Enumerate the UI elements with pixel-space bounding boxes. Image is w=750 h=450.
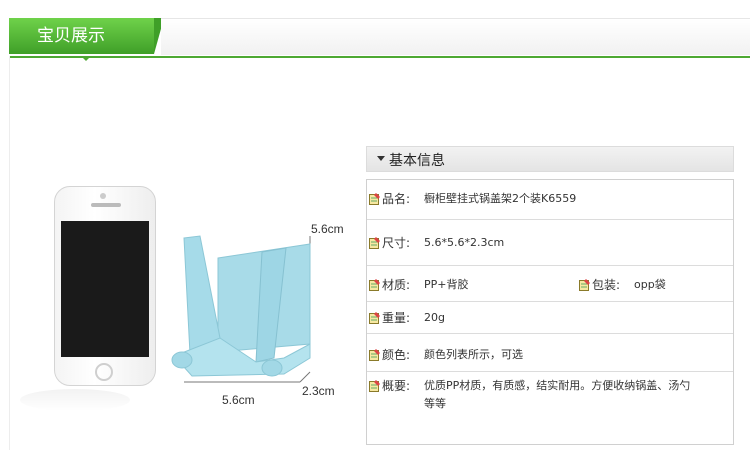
info-value: PP+背胶 <box>424 278 469 291</box>
info-label-cell: 颜色: <box>369 346 410 365</box>
info-row-size: 尺寸: 5.6*5.6*2.3cm <box>367 220 733 266</box>
phone-reflection <box>20 389 130 411</box>
holder-right-foot <box>261 359 283 377</box>
info-label: 材质: <box>382 278 411 292</box>
info-label-cell: 材质: <box>369 276 410 295</box>
caret-down-icon <box>377 156 385 161</box>
note-icon <box>369 380 380 392</box>
info-row-weight: 重量: 20g <box>367 302 733 334</box>
depth-dimension-line <box>299 371 311 383</box>
left-divider <box>9 56 10 450</box>
phone-speaker <box>91 203 121 207</box>
info-label: 品名: <box>382 192 411 206</box>
tab-product-display[interactable]: 宝贝展示 <box>9 18 164 54</box>
basic-info-title: 基本信息 <box>389 153 445 169</box>
holder-left-foot <box>171 351 193 369</box>
info-row-material: 材质: PP+背胶 包装: opp袋 <box>367 266 733 302</box>
basic-info-panel: 基本信息 品名: 橱柜壁挂式锅盖架2个装K6559 尺寸: 5.6*5.6*2.… <box>366 146 734 448</box>
info-value: 颜色列表所示，可选 <box>424 348 523 361</box>
info-row-color: 颜色: 颜色列表所示，可选 <box>367 334 733 372</box>
info-label-cell: 尺寸: <box>369 234 410 253</box>
info-value: 20g <box>424 311 445 324</box>
info-label: 尺寸: <box>382 236 411 250</box>
note-icon <box>369 349 380 361</box>
basic-info-header[interactable]: 基本信息 <box>366 146 734 172</box>
section-header: 宝贝展示 <box>9 18 750 61</box>
info-label-cell: 概要: <box>369 377 410 396</box>
info-label: 概要: <box>382 379 411 393</box>
info-value-continued: 等等 <box>424 397 446 410</box>
note-icon <box>369 312 380 324</box>
phone-illustration <box>54 186 156 386</box>
phone-camera <box>100 193 106 199</box>
info-row-summary: 概要: 优质PP材质，有质感，结实耐用。方便收纳锅盖、汤勺 等等 <box>367 372 733 444</box>
note-icon <box>369 193 380 205</box>
info-table: 品名: 橱柜壁挂式锅盖架2个装K6559 尺寸: 5.6*5.6*2.3cm 材… <box>366 179 734 445</box>
height-dimension-label: 5.6cm <box>311 222 344 236</box>
width-dimension-label: 5.6cm <box>222 393 255 407</box>
note-icon <box>369 237 380 249</box>
depth-dimension-label: 2.3cm <box>302 384 335 398</box>
info-label-cell: 包装: <box>579 276 620 295</box>
info-row-name: 品名: 橱柜壁挂式锅盖架2个装K6559 <box>367 180 733 220</box>
header-bar <box>161 18 750 55</box>
info-label: 包装: <box>592 278 621 292</box>
info-label-cell: 品名: <box>369 190 410 209</box>
note-icon <box>579 279 590 291</box>
info-value: opp袋 <box>634 278 666 291</box>
tab-indicator-arrow <box>81 56 91 61</box>
info-label: 颜色: <box>382 348 411 362</box>
phone-home-button <box>95 363 113 381</box>
info-value: 橱柜壁挂式锅盖架2个装K6559 <box>424 192 577 205</box>
info-value: 优质PP材质，有质感，结实耐用。方便收纳锅盖、汤勺 <box>424 379 691 392</box>
phone-screen <box>61 221 149 357</box>
info-value: 5.6*5.6*2.3cm <box>424 236 505 249</box>
info-label-cell: 重量: <box>369 309 410 328</box>
info-label: 重量: <box>382 311 411 325</box>
note-icon <box>369 279 380 291</box>
pot-lid-holder-illustration <box>171 235 311 383</box>
